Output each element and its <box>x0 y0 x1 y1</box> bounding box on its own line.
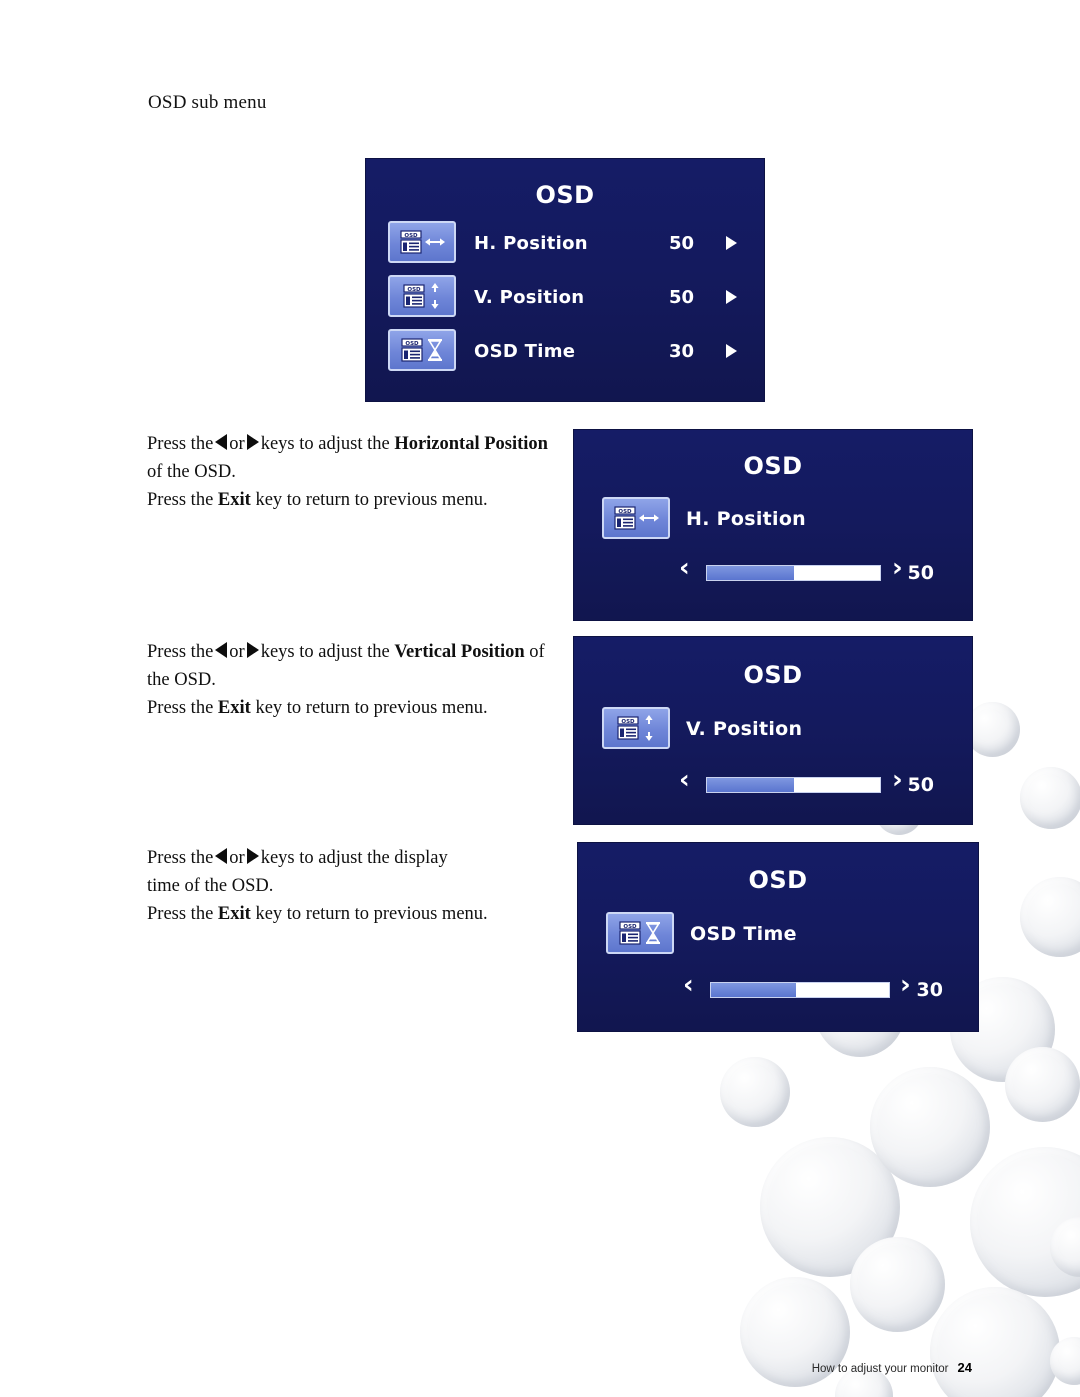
osd-time-screenshot: OSD OSD OSD Time ‹ › 30 <box>578 843 978 1031</box>
svg-text:OSD: OSD <box>618 509 632 515</box>
osd-main-row-1-value: 50 <box>668 233 694 254</box>
osd-h-position-icon: OSD <box>388 221 456 263</box>
osd-time-value: 30 <box>916 979 943 1001</box>
osd-time-slider[interactable] <box>710 982 890 998</box>
right-arrow-key-icon <box>246 642 259 658</box>
vertical-arrows-icon <box>644 715 653 741</box>
horizontal-arrows-icon <box>424 238 445 246</box>
instr-h-bold: Horizontal Position <box>394 434 548 454</box>
osd-time-left-chevron-icon: ‹ <box>683 970 694 1000</box>
instr-v-part2: keys to adjust the <box>260 642 390 662</box>
page-title: OSD sub menu <box>148 92 267 113</box>
osd-v-position-value: 50 <box>907 774 934 796</box>
instr-v-line2-post: key to return to previous menu. <box>255 698 488 718</box>
instr-t-part1: Press the <box>147 848 214 868</box>
osd-h-position-value: 50 <box>907 562 934 584</box>
svg-text:OSD: OSD <box>405 341 419 347</box>
svg-text:OSD: OSD <box>407 287 421 293</box>
osd-time-icon: OSD <box>388 329 456 371</box>
osd-v-position-slider-fill <box>707 778 794 792</box>
instr-t-part3: time of the OSD. <box>147 876 274 896</box>
osd-v-position-slider[interactable] <box>706 777 881 793</box>
instr-h-line2-pre: Press the <box>147 490 214 510</box>
osd-list-glyph: OSD <box>399 230 422 254</box>
osd-main-row-1-label: H. Position <box>474 233 588 254</box>
instr-h-part2: keys to adjust the <box>260 434 390 454</box>
osd-main-row-1-arrow-right-icon <box>726 236 737 250</box>
svg-text:OSD: OSD <box>623 924 637 930</box>
instr-h-part1: Press the <box>147 434 214 454</box>
instr-v-line2-bold: Exit <box>217 698 251 718</box>
instr-h-line2-post: key to return to previous menu. <box>255 490 488 510</box>
osd-v-position-icon: OSD <box>602 707 670 749</box>
svg-text:OSD: OSD <box>621 719 635 725</box>
osd-h-position-slider-fill <box>707 566 794 580</box>
left-arrow-key-icon <box>215 434 228 450</box>
instr-v-part1: Press the <box>147 642 214 662</box>
footer-section-title: How to adjust your monitor <box>811 1363 949 1375</box>
osd-time-icon: OSD <box>606 912 674 954</box>
osd-v-position-title: OSD <box>743 661 803 689</box>
osd-main-row-3-label: OSD Time <box>474 341 576 362</box>
instr-v-or: or <box>229 642 245 662</box>
osd-h-position-left-chevron-icon: ‹ <box>679 553 690 583</box>
osd-list-glyph: OSD <box>613 506 636 530</box>
instruction-h-position: Press the or keys to adjust the Horizontal… <box>147 430 559 514</box>
osd-main-title: OSD <box>535 181 595 209</box>
hourglass-icon <box>427 339 442 361</box>
instr-t-part2: keys to adjust the display <box>260 848 448 868</box>
instr-v-line2-pre: Press the <box>147 698 214 718</box>
osd-h-position-title: OSD <box>743 452 803 480</box>
osd-main-row-2-arrow-right-icon <box>726 290 737 304</box>
instr-t-line2-bold: Exit <box>217 904 251 924</box>
page-number: 24 <box>957 1360 972 1375</box>
instr-t-or: or <box>229 848 245 868</box>
right-arrow-key-icon <box>246 848 259 864</box>
vertical-arrows-icon <box>430 283 439 309</box>
instr-h-line2-bold: Exit <box>217 490 251 510</box>
osd-h-position-label: H. Position <box>686 508 807 530</box>
svg-text:OSD: OSD <box>404 233 418 239</box>
osd-list-glyph: OSD <box>618 921 641 945</box>
osd-v-position-screenshot: OSD OSD V. Position ‹ › 50 <box>574 637 972 824</box>
instr-t-line2-pre: Press the <box>147 904 214 924</box>
osd-h-position-screenshot: OSD OSD H. Position ‹ › 50 <box>574 430 972 620</box>
left-arrow-key-icon <box>215 642 228 658</box>
osd-h-position-icon: OSD <box>602 497 670 539</box>
osd-v-position-label: V. Position <box>686 718 803 740</box>
osd-v-position-icon: OSD <box>388 275 456 317</box>
osd-list-glyph: OSD <box>402 284 425 308</box>
left-arrow-key-icon <box>215 848 228 864</box>
osd-v-position-left-chevron-icon: ‹ <box>679 765 690 795</box>
osd-main-row-3-value: 30 <box>668 341 694 362</box>
osd-main-menu-screenshot: OSD OSD H. Position 50 OSD V. Position 5… <box>366 159 764 401</box>
hourglass-icon <box>645 922 660 944</box>
osd-main-row-3-arrow-right-icon <box>726 344 737 358</box>
osd-list-glyph: OSD <box>616 716 639 740</box>
instr-t-line2-post: key to return to previous menu. <box>255 904 488 924</box>
osd-time-slider-fill <box>711 983 797 997</box>
osd-main-row-2-label: V. Position <box>474 287 585 308</box>
instr-h-or: or <box>229 434 245 454</box>
osd-main-row-2-value: 50 <box>668 287 694 308</box>
osd-list-glyph: OSD <box>400 338 423 362</box>
instruction-v-position: Press the or keys to adjust the Vertical P… <box>147 638 559 722</box>
osd-time-label: OSD Time <box>690 923 797 945</box>
page-footer: How to adjust your monitor 24 <box>812 1360 972 1375</box>
instruction-osd-time: Press the or keys to adjust the display ti… <box>147 844 559 928</box>
instr-v-bold: Vertical Position <box>394 642 525 662</box>
right-arrow-key-icon <box>246 434 259 450</box>
osd-h-position-slider[interactable] <box>706 565 881 581</box>
instr-h-part3: of the OSD. <box>147 462 236 482</box>
osd-time-title: OSD <box>748 866 808 894</box>
horizontal-arrows-icon <box>638 514 659 522</box>
